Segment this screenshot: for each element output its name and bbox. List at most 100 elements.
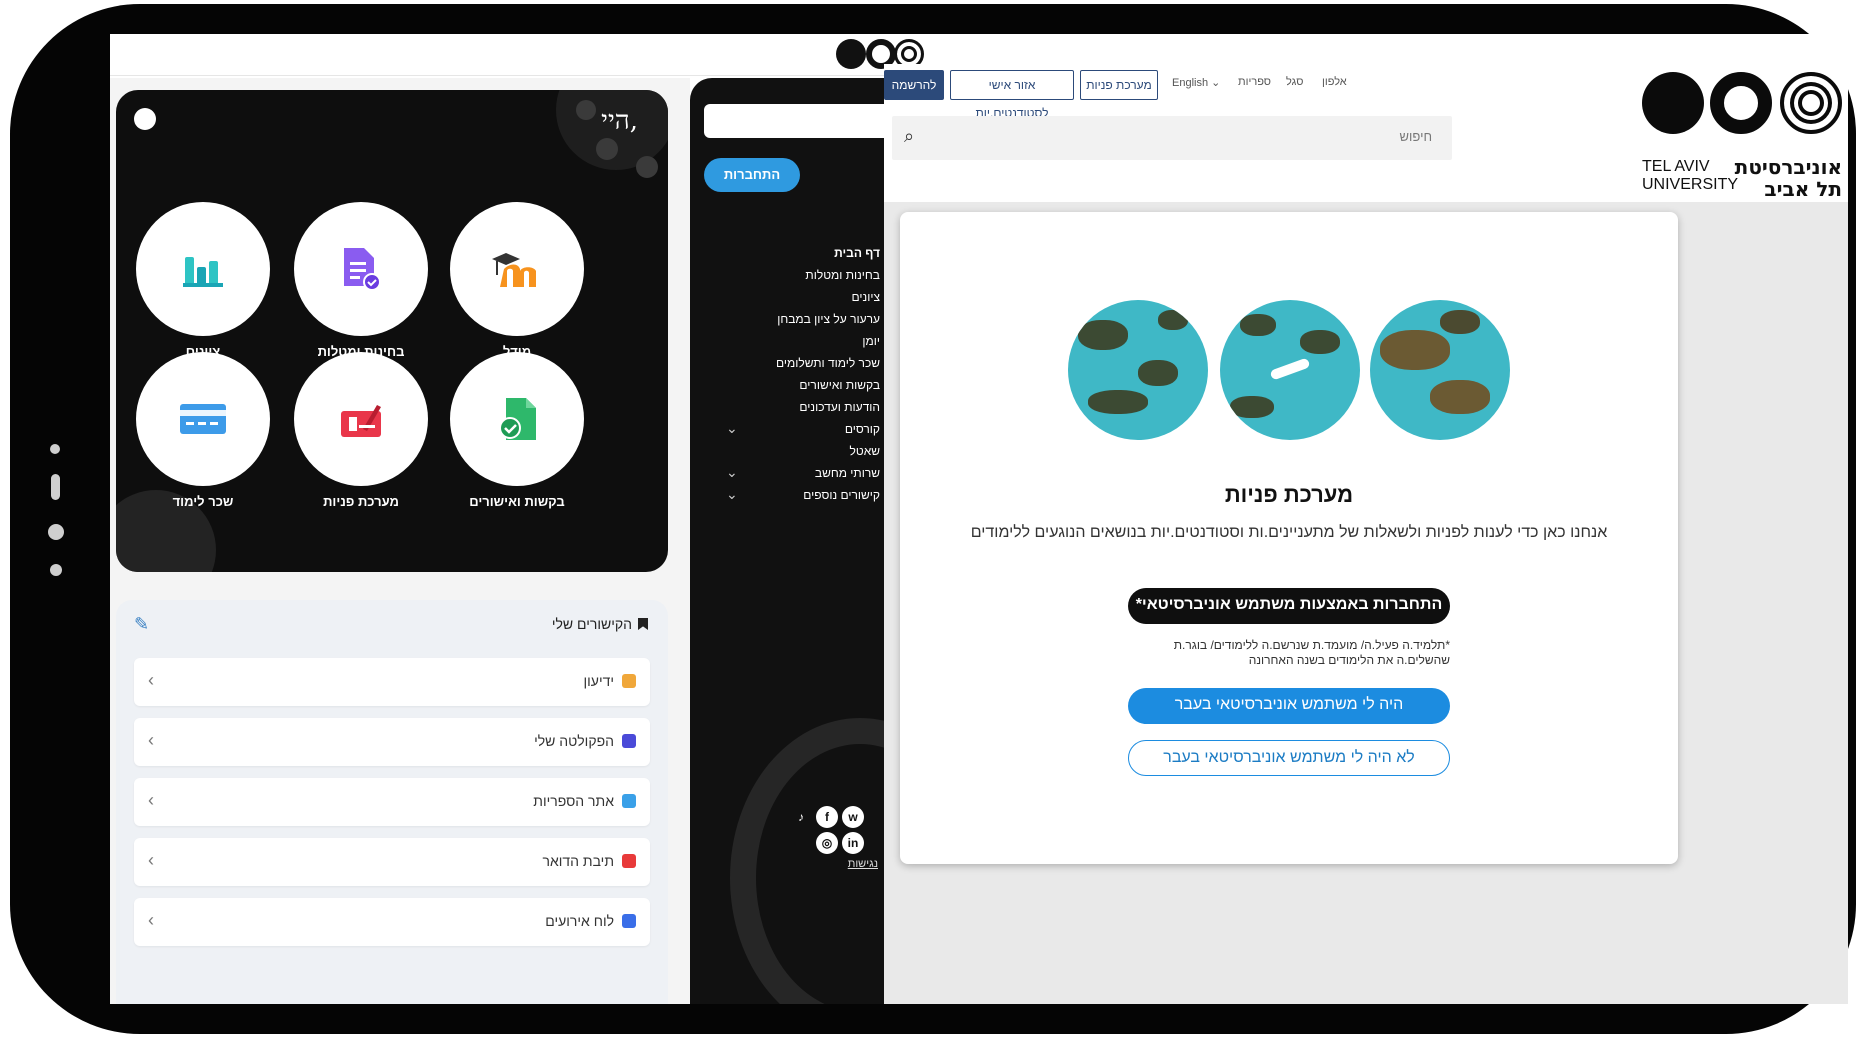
- link-row-events[interactable]: לוח אירועים ‹: [134, 898, 650, 946]
- app-tile-grades[interactable]: ציונים: [136, 202, 270, 359]
- directory-link[interactable]: אלפון: [1322, 76, 1347, 88]
- inquiry-system-button[interactable]: מערכת פניות: [1080, 70, 1158, 100]
- bar-chart-icon: [183, 257, 223, 287]
- emblem-icon: [1642, 72, 1704, 134]
- language-label: English: [1172, 77, 1209, 89]
- menu-item[interactable]: קישורים נוספים: [803, 488, 880, 502]
- university-logo[interactable]: אוניברסיטת תל אביב TEL AVIV UNIVERSITY: [1642, 68, 1842, 200]
- device-frame: היי, ציונים בחינות ומטלות: [10, 4, 1856, 1034]
- search-input[interactable]: ⌕ חיפוש: [892, 116, 1452, 160]
- logo-english-text: TEL AVIV UNIVERSITY: [1642, 158, 1739, 193]
- search-icon[interactable]: ⌕: [904, 126, 914, 147]
- apps-card: היי, ציונים בחינות ומטלות: [116, 90, 668, 572]
- login-button[interactable]: התחברות: [704, 158, 800, 192]
- link-row-faculty[interactable]: הפקולטה שלי ‹: [134, 718, 650, 766]
- greeting: היי,: [601, 106, 638, 136]
- building-icon: [622, 734, 636, 748]
- app-tile-tuition[interactable]: שכר לימוד: [136, 352, 270, 509]
- aerial-photo-boat: [1220, 300, 1360, 440]
- link-label: אתר הספריות: [533, 793, 614, 809]
- whatsapp-icon[interactable]: w: [842, 806, 864, 828]
- login-eligibility-note: *תלמיד.ה פעיל.ה/ מועמד.ת שנרשם.ה ללימודי…: [1173, 638, 1450, 667]
- login-input[interactable]: [704, 104, 884, 138]
- logo-ring-icon: [1710, 72, 1772, 134]
- mail-icon: [622, 854, 636, 868]
- app-tile-label: שכר לימוד: [172, 494, 234, 509]
- libraries-link[interactable]: ספריות: [1238, 76, 1271, 88]
- menu-item[interactable]: שרותי מחשב: [815, 466, 880, 480]
- document-check-icon: [344, 248, 381, 291]
- modal-subtitle: אנחנו כאן כדי לענות לפניות ולשאלות של מת…: [970, 524, 1608, 541]
- user-icon: [622, 674, 636, 688]
- instagram-icon[interactable]: ◎: [816, 832, 838, 854]
- app-tile-inquiries[interactable]: מערכת פניות: [294, 352, 428, 509]
- screen: היי, ציונים בחינות ומטלות: [110, 34, 1848, 1004]
- facebook-icon[interactable]: f: [816, 806, 838, 828]
- link-label: תיבת הדואר: [542, 853, 614, 869]
- university-login-button[interactable]: התחברות באמצעות משתמש אוניברסיטאי*: [1128, 588, 1450, 624]
- site-body: מערכת פניות אנחנו כאן כדי לענות לפניות ו…: [884, 202, 1848, 1004]
- menu-item[interactable]: קורסים: [845, 422, 880, 436]
- logo-emblem-icon: [836, 39, 866, 69]
- site-header: להרשמה אזור אישי לסטודנטים.יות מערכת פני…: [884, 64, 1848, 202]
- device-side-sensors: [48, 444, 68, 614]
- tiktok-icon[interactable]: ♪: [790, 806, 812, 828]
- my-links-title: הקישורים שלי: [551, 616, 632, 632]
- app-tile-requests[interactable]: בקשות ואישורים: [450, 352, 584, 509]
- link-label: לוח אירועים: [545, 913, 614, 929]
- personal-area-button[interactable]: אזור אישי לסטודנטים.יות: [950, 70, 1074, 120]
- accessibility-link[interactable]: נגישות: [848, 858, 878, 870]
- chevron-down-icon[interactable]: ⌄: [726, 486, 738, 503]
- linkedin-icon[interactable]: in: [842, 832, 864, 854]
- app-top-bar: [110, 34, 930, 76]
- chevron-left-icon: ‹: [148, 730, 154, 750]
- staff-link[interactable]: סגל: [1286, 76, 1303, 88]
- chevron-left-icon: ‹: [148, 850, 154, 870]
- language-link[interactable]: ⌄ English: [1172, 76, 1220, 89]
- menu-item[interactable]: בחינות ומטלות: [805, 268, 880, 282]
- link-row-mailbox[interactable]: תיבת הדואר ‹: [134, 838, 650, 886]
- link-label: ידיעון: [583, 673, 614, 689]
- menu-item[interactable]: יומן: [862, 334, 880, 348]
- side-menu-panel: התחברות דף הבית בחינות ומטלות ציונים ערע…: [690, 78, 884, 1004]
- search-placeholder: חיפוש: [1399, 129, 1432, 144]
- logo-hebrew-text: אוניברסיטת תל אביב: [1734, 155, 1842, 201]
- inquiry-modal: מערכת פניות אנחנו כאן כדי לענות לפניות ו…: [900, 212, 1678, 864]
- menu-item[interactable]: שכר לימוד ותשלומים: [776, 356, 880, 370]
- app-tile-label: מערכת פניות: [323, 494, 399, 509]
- chevron-left-icon: ‹: [148, 670, 154, 690]
- aerial-photo-3: [1370, 300, 1510, 440]
- menu-item[interactable]: שאטל: [850, 444, 881, 458]
- chevron-down-icon[interactable]: ⌄: [726, 420, 738, 437]
- app-tile-label: בקשות ואישורים: [469, 494, 565, 509]
- menu-item[interactable]: ערעור על ציון במבחן: [777, 312, 880, 326]
- credit-card-icon: [180, 404, 226, 434]
- calendar-icon: [622, 914, 636, 928]
- no-user-button[interactable]: לא היה לי משתמש אוניברסיטאי בעבר: [1128, 740, 1450, 776]
- link-label: הפקולטה שלי: [534, 733, 614, 749]
- logo-mark: [1642, 72, 1842, 142]
- register-button[interactable]: להרשמה: [884, 70, 944, 100]
- moodle-icon: [492, 253, 536, 287]
- university-website: להרשמה אזור אישי לסטודנטים.יות מערכת פני…: [884, 64, 1848, 1004]
- chevron-down-icon: ⌄: [1211, 77, 1221, 89]
- had-user-button[interactable]: היה לי משתמש אוניברסיטאי בעבר: [1128, 688, 1450, 724]
- app-tile-moodle[interactable]: מודל: [450, 202, 584, 359]
- menu-item[interactable]: בקשות ואישורים: [799, 378, 880, 392]
- menu-item[interactable]: ציונים: [852, 290, 880, 304]
- my-links-header: הקישורים שלי: [552, 616, 648, 632]
- bookmark-icon: [638, 618, 648, 630]
- book-icon: [622, 794, 636, 808]
- menu-item[interactable]: הודעות ועדכונים: [799, 400, 880, 414]
- inquiry-pen-icon: [341, 405, 381, 437]
- link-row-libraries[interactable]: אתר הספריות ‹: [134, 778, 650, 826]
- chevron-down-icon[interactable]: ⌄: [726, 464, 738, 481]
- aerial-photo-1: [1068, 300, 1208, 440]
- profile-dot[interactable]: [134, 108, 156, 130]
- app-tile-exams[interactable]: בחינות ומטלות: [294, 202, 428, 359]
- link-row-yedion[interactable]: ידיעון ‹: [134, 658, 650, 706]
- edit-icon[interactable]: ✎: [134, 614, 149, 635]
- menu-item[interactable]: דף הבית: [834, 246, 880, 260]
- logo-double-ring-icon: [1780, 72, 1842, 134]
- student-app-panel: היי, ציונים בחינות ומטלות: [110, 78, 690, 1004]
